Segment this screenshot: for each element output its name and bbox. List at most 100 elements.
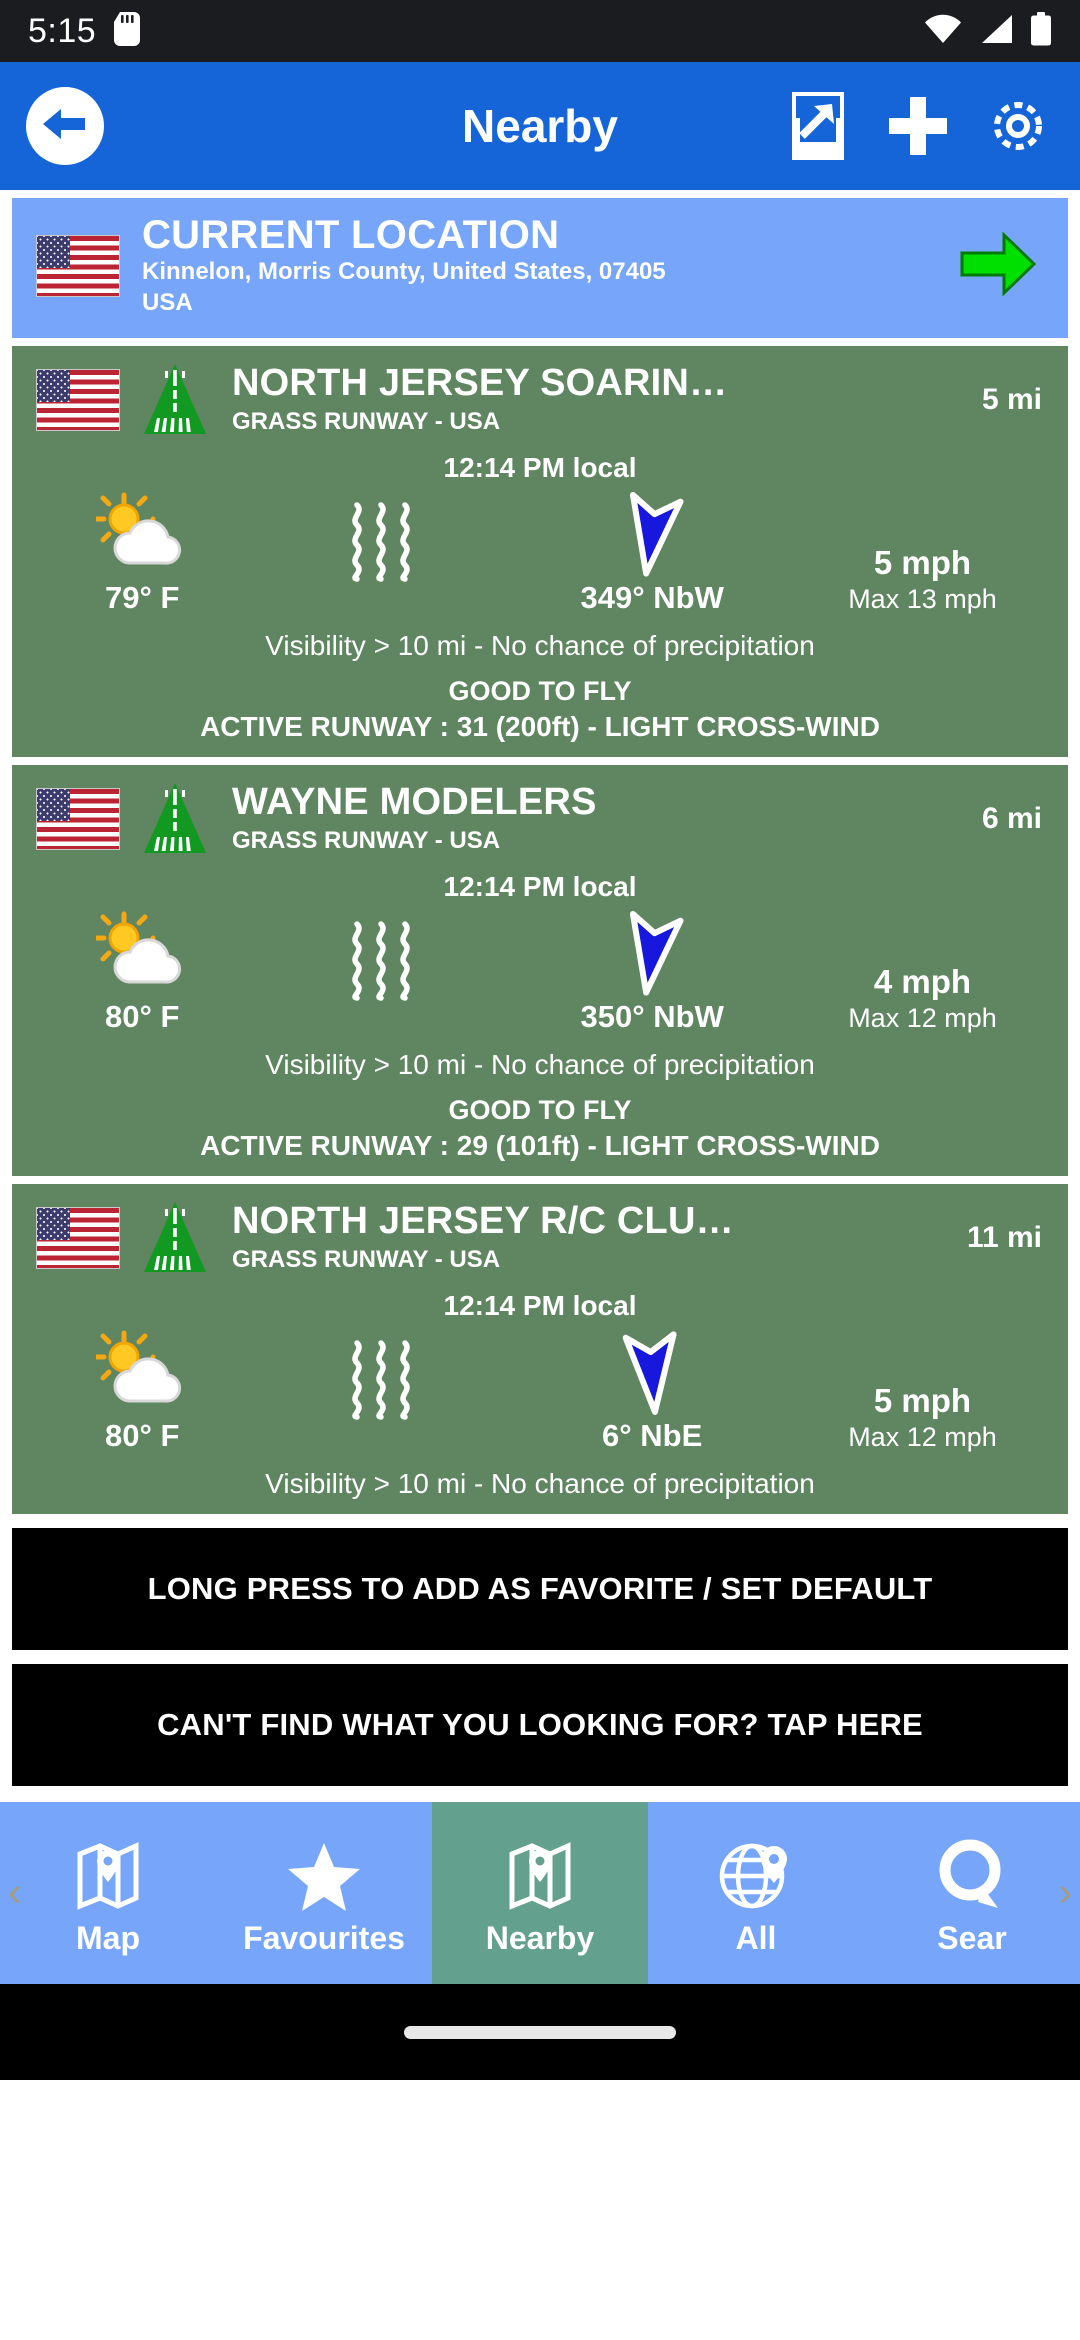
flight-status-text: GOOD TO FLY xyxy=(448,1095,632,1125)
weather-wind-direction-cell: 6° NbE xyxy=(509,1326,795,1454)
club-local-time: 12:14 PM local xyxy=(443,1290,637,1321)
cant-find-banner[interactable]: CAN'T FIND WHAT YOU LOOKING FOR? TAP HER… xyxy=(12,1664,1068,1786)
nav-label-favourites: Favourites xyxy=(243,1919,405,1956)
nav-item-map[interactable]: Map xyxy=(0,1802,216,1984)
app-bar-actions xyxy=(782,90,1054,162)
current-location-banner[interactable]: CURRENT LOCATION Kinnelon, Morris County… xyxy=(12,198,1068,338)
weather-temperature-cell: 79° F xyxy=(30,488,254,616)
sd-card-icon xyxy=(114,11,141,51)
wavy-lines-icon xyxy=(339,917,425,1005)
globe-pin-icon xyxy=(718,1830,794,1914)
search-icon xyxy=(936,1830,1008,1914)
weather-temperature-cell: 80° F xyxy=(30,907,254,1035)
nav-label-map: Map xyxy=(76,1919,140,1956)
runway-icon xyxy=(136,781,214,857)
share-export-icon[interactable] xyxy=(782,90,854,162)
nav-label-nearby: Nearby xyxy=(485,1919,595,1956)
visibility-text: Visibility > 10 mi - No chance of precip… xyxy=(265,1049,815,1080)
map-pin-icon xyxy=(72,1830,144,1914)
cellular-signal-icon xyxy=(978,14,1014,49)
gesture-navigation-bar[interactable] xyxy=(0,1984,1080,2080)
wifi-icon xyxy=(924,14,962,49)
club-name: NORTH JERSEY R/C CLU… xyxy=(232,1200,734,1242)
club-subtitle: GRASS RUNWAY - USA xyxy=(232,1246,501,1274)
nav-label-search: Sear xyxy=(937,1919,1007,1956)
bottom-navigation: ‹ › Map Favourites Nearby All Sear xyxy=(0,1802,1080,1984)
club-card-titles: NORTH JERSEY SOARIN… GRASS RUNWAY - USA xyxy=(232,363,968,438)
wind-direction-arrow-icon xyxy=(612,1326,692,1415)
nav-next-chevron-icon[interactable]: › xyxy=(1059,1871,1072,1916)
green-right-arrow-icon[interactable] xyxy=(960,230,1037,302)
us-flag-icon xyxy=(36,1207,120,1269)
sun-behind-cloud-icon xyxy=(96,488,188,576)
sun-behind-cloud-icon xyxy=(96,1326,188,1414)
wind-speed-value: 4 mph xyxy=(873,963,972,1000)
temperature-value: 79° F xyxy=(104,580,180,615)
weather-humidity-cell xyxy=(254,907,509,1005)
club-name: WAYNE MODELERS xyxy=(232,781,597,823)
club-card-header: WAYNE MODELERS GRASS RUNWAY - USA 6 mi xyxy=(12,775,1068,861)
wind-max-value: Max 12 mph xyxy=(848,1422,997,1452)
plus-icon[interactable] xyxy=(882,90,954,162)
weather-wind-direction-cell: 350° NbW xyxy=(509,907,795,1035)
temperature-value: 80° F xyxy=(104,1418,180,1453)
club-subtitle: GRASS RUNWAY - USA xyxy=(232,827,501,855)
temperature-value: 80° F xyxy=(104,999,180,1034)
wind-direction-arrow-icon xyxy=(612,907,692,996)
main-content: CURRENT LOCATION Kinnelon, Morris County… xyxy=(0,198,1080,2080)
club-card-titles: NORTH JERSEY R/C CLU… GRASS RUNWAY - USA xyxy=(232,1201,953,1276)
club-local-time: 12:14 PM local xyxy=(443,871,637,902)
wind-speed-value: 5 mph xyxy=(873,1382,972,1419)
runway-icon xyxy=(136,362,214,438)
visibility-text: Visibility > 10 mi - No chance of precip… xyxy=(265,630,815,661)
us-flag-icon xyxy=(36,788,120,850)
current-location-address: Kinnelon, Morris County, United States, … xyxy=(142,257,666,285)
wavy-lines-icon xyxy=(339,1336,425,1424)
nav-item-favourites[interactable]: Favourites xyxy=(216,1802,432,1984)
club-card-list: NORTH JERSEY SOARIN… GRASS RUNWAY - USA … xyxy=(0,346,1080,1514)
gear-icon[interactable] xyxy=(982,90,1054,162)
current-location-country: USA xyxy=(142,288,193,316)
weather-humidity-cell xyxy=(254,1326,509,1424)
club-card-titles: WAYNE MODELERS GRASS RUNWAY - USA xyxy=(232,782,968,857)
map-fold-pin-icon xyxy=(504,1830,576,1914)
nav-label-all: All xyxy=(735,1919,777,1956)
status-bar: 5:15 xyxy=(0,0,1080,62)
club-card[interactable]: WAYNE MODELERS GRASS RUNWAY - USA 6 mi 1… xyxy=(12,765,1068,1176)
active-runway-text: ACTIVE RUNWAY : 31 (200ft) - LIGHT CROSS… xyxy=(200,711,880,742)
wind-max-value: Max 13 mph xyxy=(848,584,997,614)
add-favorite-label: LONG PRESS TO ADD AS FAVORITE / SET DEFA… xyxy=(147,1571,933,1606)
wavy-lines-icon xyxy=(339,498,425,586)
back-arrow-icon xyxy=(41,102,89,151)
back-button[interactable] xyxy=(26,87,104,165)
gesture-pill[interactable] xyxy=(404,2025,676,2039)
us-flag-icon xyxy=(36,369,120,431)
weather-wind-direction-cell: 349° NbW xyxy=(509,488,795,616)
status-bar-clock: 5:15 xyxy=(28,11,97,50)
weather-row: 79° F 349° NbW 5 mph Max 13 mph xyxy=(12,488,1068,616)
visibility-text: Visibility > 10 mi - No chance of precip… xyxy=(265,1468,815,1499)
star-icon xyxy=(286,1830,362,1914)
club-subtitle: GRASS RUNWAY - USA xyxy=(232,408,501,436)
nav-prev-chevron-icon[interactable]: ‹ xyxy=(8,1871,21,1916)
flight-status-text: GOOD TO FLY xyxy=(448,676,632,706)
active-runway-text: ACTIVE RUNWAY : 29 (101ft) - LIGHT CROSS… xyxy=(200,1130,880,1161)
wind-direction-value: 349° NbW xyxy=(580,580,724,615)
weather-wind-speed-cell: 5 mph Max 12 mph xyxy=(795,1326,1050,1453)
nav-item-search[interactable]: Sear xyxy=(864,1802,1080,1984)
wind-direction-value: 6° NbE xyxy=(602,1418,703,1453)
wind-direction-arrow-icon xyxy=(612,488,692,577)
add-favorite-banner[interactable]: LONG PRESS TO ADD AS FAVORITE / SET DEFA… xyxy=(12,1528,1068,1650)
weather-humidity-cell xyxy=(254,488,509,586)
weather-temperature-cell: 80° F xyxy=(30,1326,254,1454)
wind-direction-value: 350° NbW xyxy=(580,999,724,1034)
nav-item-nearby[interactable]: Nearby xyxy=(432,1802,648,1984)
club-local-time: 12:14 PM local xyxy=(443,452,637,483)
weather-row: 80° F xyxy=(12,1326,1068,1454)
club-distance: 5 mi xyxy=(981,383,1042,416)
nav-item-all[interactable]: All xyxy=(648,1802,864,1984)
club-card[interactable]: NORTH JERSEY R/C CLU… GRASS RUNWAY - USA… xyxy=(12,1184,1068,1514)
weather-wind-speed-cell: 5 mph Max 13 mph xyxy=(795,488,1050,615)
club-card[interactable]: NORTH JERSEY SOARIN… GRASS RUNWAY - USA … xyxy=(12,346,1068,757)
club-name: NORTH JERSEY SOARIN… xyxy=(232,362,728,404)
